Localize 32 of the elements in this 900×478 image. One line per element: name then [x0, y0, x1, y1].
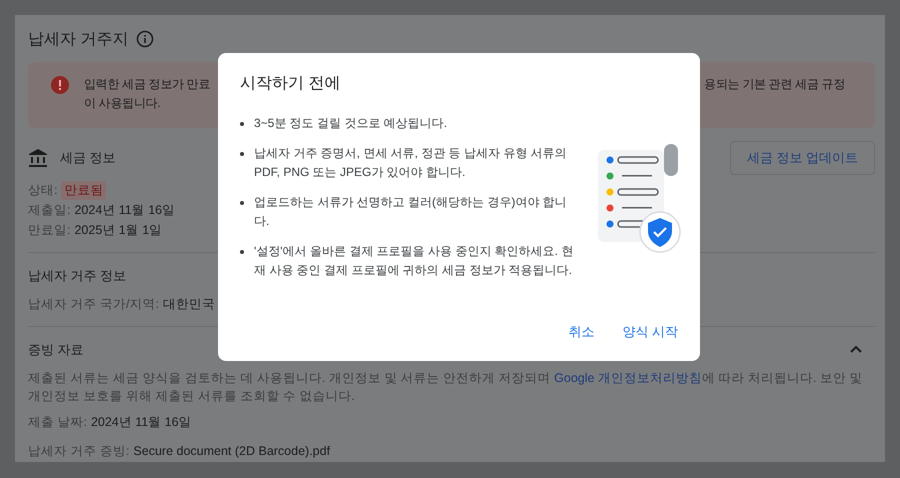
alert-text: 이 사용됩니다.: [84, 95, 162, 112]
chevron-up-icon[interactable]: [849, 344, 863, 354]
cancel-button[interactable]: 취소: [560, 317, 602, 347]
bullet-text: 납세자 거주 증명서, 면세 서류, 정관 등 납세자 유형 서류의 PDF, PNG 또는 JPEG가 있어야 합니다.: [254, 145, 568, 181]
info-field: 제출 날짜: 2024년 11월 16일: [28, 413, 192, 432]
info-field: 상태: 만료됨: [28, 181, 106, 200]
section-label: 세금 정보: [60, 149, 116, 167]
privacy-policy-link[interactable]: Google 개인정보처리방침: [554, 371, 702, 385]
start-form-button[interactable]: 양식 시작: [614, 317, 686, 347]
dialog-title: 시작하기 전에: [240, 74, 342, 94]
bullet-text: 업로드하는 서류가 선명하고 컬러(해당하는 경우)여야 합니다.: [254, 194, 568, 230]
alert-text: 입력한 세금 정보가 만료: [84, 76, 210, 93]
info-field: 제출일: 2024년 11월 16일: [28, 201, 176, 220]
section-heading: 증빙 자료: [28, 341, 84, 359]
info-icon[interactable]: [136, 30, 154, 48]
section-heading: 납세자 거주 정보: [28, 267, 126, 285]
bullet-dot: [240, 122, 244, 126]
update-tax-info-button[interactable]: 세금 정보 업데이트: [730, 141, 875, 175]
bullet-text: '설정'에서 올바른 결제 프로필을 사용 중인지 확인하세요. 현재 사용 중인 결제 프로필에 귀하의 세금 정보가 적용됩니다.: [254, 243, 574, 279]
bullet-dot: [240, 152, 244, 156]
error-icon: [50, 75, 70, 95]
bank-icon: [28, 148, 48, 168]
alert-text: 용되는 기본 관련 세금 규정: [704, 76, 845, 93]
documents-description: 제출된 서류는 세금 양식을 검토하는 데 사용됩니다. 개인정보 및 서류는 안전하게 저장되며 Google 개인정보처리방침 에 따라 처리됩니다. 보안 및 개인정보 보호를 위해 제출된 서류를 조회할 수 없습니다.: [28, 370, 864, 405]
info-field: 납세자 거주 증빙: Secure document (2D Barcode).pdf: [28, 442, 330, 461]
status-chip: 만료됨: [61, 181, 106, 200]
page-title: 납세자 거주지: [28, 30, 128, 50]
info-field: 납세자 거주 국가/지역: 대한민국: [28, 295, 215, 314]
info-field: 만료일: 2025년 1월 1일: [28, 221, 162, 240]
bullet-text: 3~5분 정도 걸릴 것으로 예상됩니다.: [254, 115, 448, 132]
bullet-dot: [240, 250, 244, 254]
bullet-dot: [240, 201, 244, 205]
